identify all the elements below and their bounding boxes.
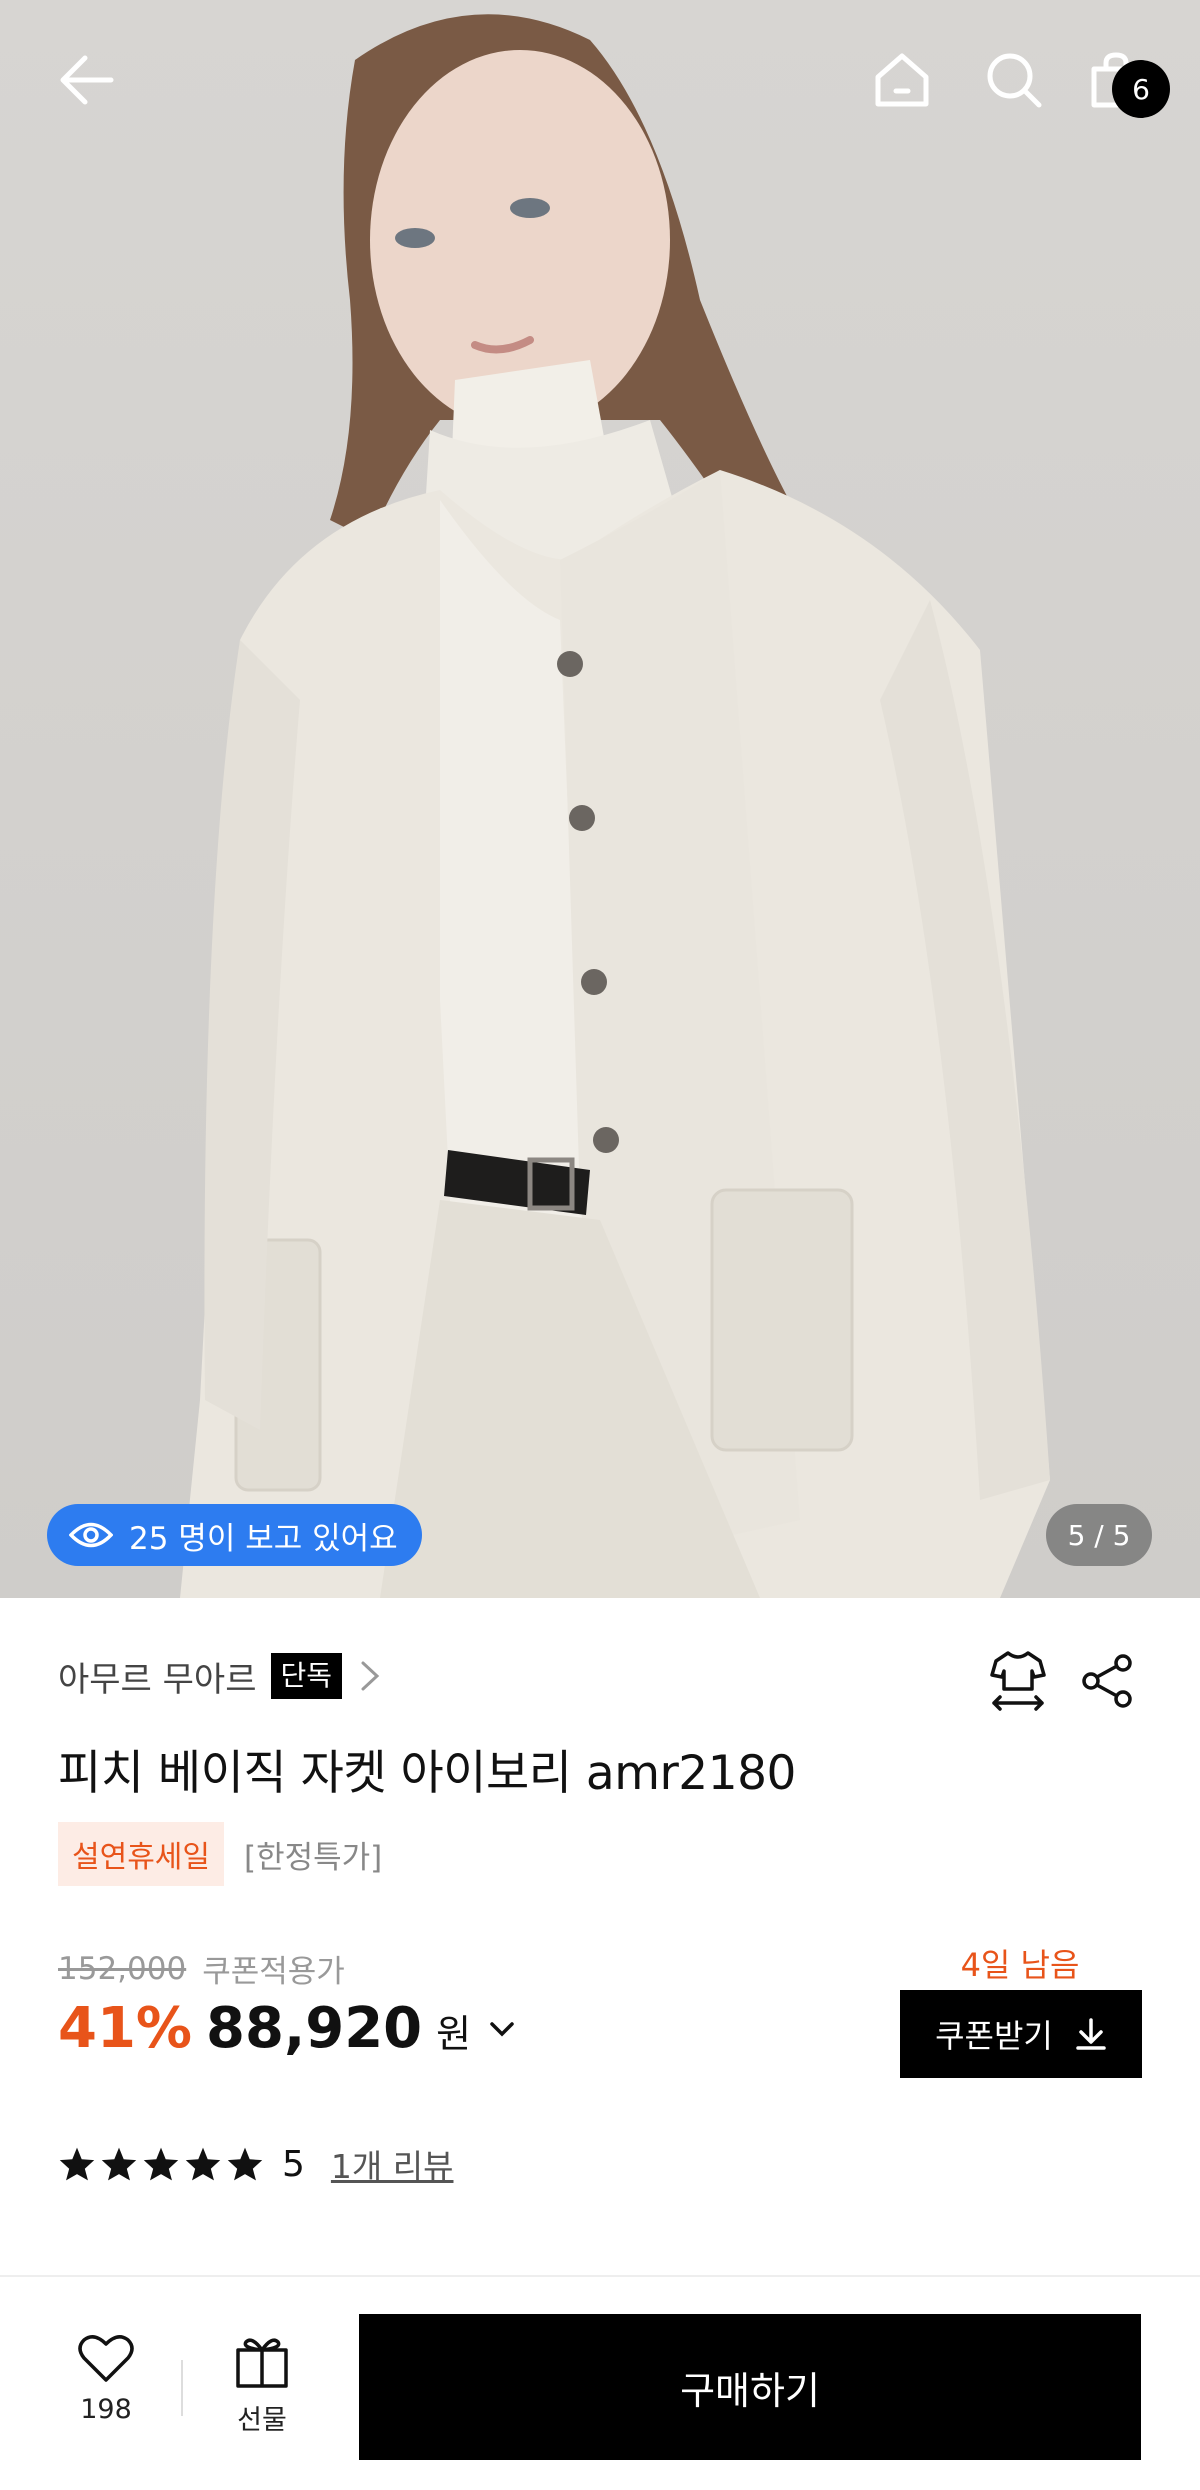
live-viewers-text: 25 명이 보고 있어요 <box>129 1520 398 1557</box>
product-title: 피치 베이직 자켓 아이보리 amr2180 <box>58 1746 796 1801</box>
original-price-row: 152,000 쿠폰적용가 <box>58 1946 345 1991</box>
gift-label: 선물 <box>237 2405 287 2436</box>
sale-price: 88,920 <box>206 1996 423 2061</box>
product-image-gallery[interactable]: 6 25 명이 보고 있어요 5 / 5 <box>0 0 1200 1598</box>
product-tags: 설연휴세일 [한정특가] <box>58 1822 382 1886</box>
star-icon <box>143 2147 179 2181</box>
back-button[interactable] <box>46 40 126 120</box>
currency-unit: 원 <box>436 2012 472 2056</box>
gift-button[interactable]: 선물 <box>216 2334 308 2454</box>
home-icon <box>875 53 929 107</box>
price-row[interactable]: 41% 88,920 원 <box>58 1996 515 2061</box>
rating-row: 5 1개 리뷰 <box>58 2140 453 2188</box>
like-button[interactable]: 198 <box>60 2334 152 2454</box>
get-coupon-button[interactable]: 쿠폰받기 <box>900 1990 1142 2078</box>
star-icon <box>185 2147 221 2181</box>
original-price: 152,000 <box>58 1950 187 1987</box>
heart-icon <box>78 2335 134 2382</box>
star-rating <box>58 2146 264 2182</box>
size-guide-icon <box>990 1651 1046 1711</box>
rating-score: 5 <box>282 2143 305 2185</box>
search-icon <box>987 53 1042 108</box>
star-icon <box>59 2147 95 2181</box>
eye-icon <box>69 1522 113 1548</box>
product-photo <box>180 14 1050 1598</box>
brand-link[interactable]: 아무르 무아르 단독 <box>58 1648 380 1704</box>
bottom-bar-divider <box>181 2360 183 2416</box>
sale-event-tag: 설연휴세일 <box>58 1822 224 1886</box>
get-coupon-label: 쿠폰받기 <box>935 2017 1053 2055</box>
discount-rate: 41% <box>58 1996 193 2061</box>
review-count-link[interactable]: 1개 리뷰 <box>331 2140 454 2188</box>
home-button[interactable] <box>862 40 942 120</box>
size-guide-button[interactable] <box>982 1644 1054 1716</box>
star-icon <box>101 2147 137 2181</box>
chevron-right-icon <box>361 1661 380 1691</box>
limited-offer-tag: [한정특가] <box>244 1839 383 1876</box>
download-icon <box>1076 2018 1106 2050</box>
share-icon <box>1082 1654 1132 1708</box>
cart-count-badge: 6 <box>1112 60 1170 118</box>
live-viewers-badge: 25 명이 보고 있어요 <box>47 1504 422 1566</box>
buy-button[interactable]: 구매하기 <box>359 2314 1141 2460</box>
search-button[interactable] <box>974 40 1054 120</box>
coupon-price-label: 쿠폰적용가 <box>202 1954 345 1990</box>
brand-name: 아무르 무아르 <box>58 1659 257 1700</box>
gift-icon <box>236 2338 288 2388</box>
arrow-left-icon <box>60 55 114 105</box>
exclusive-badge: 단독 <box>270 1653 343 1699</box>
like-count: 198 <box>80 2394 132 2425</box>
share-button[interactable] <box>1072 1646 1142 1716</box>
coupon-days-left: 4일 남음 <box>960 1946 1080 1984</box>
chevron-down-icon <box>490 2021 514 2036</box>
section-divider <box>0 2275 1200 2277</box>
image-counter: 5 / 5 <box>1046 1504 1152 1566</box>
star-icon <box>227 2147 263 2181</box>
